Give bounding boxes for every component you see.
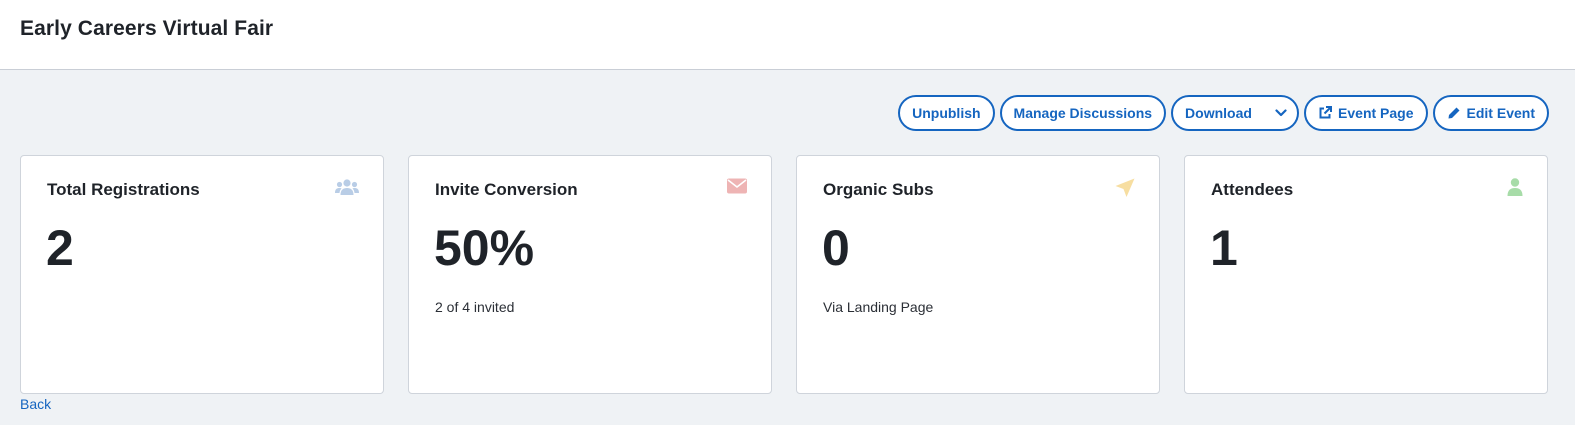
- user-icon: [1507, 178, 1523, 196]
- card-value: 1: [1210, 220, 1238, 276]
- page-title: Early Careers Virtual Fair: [20, 17, 274, 40]
- unpublish-label: Unpublish: [912, 105, 981, 121]
- card-value: 50%: [434, 220, 535, 276]
- download-label: Download: [1185, 105, 1252, 121]
- card-title: Attendees: [1211, 180, 1294, 199]
- back-link[interactable]: Back: [20, 396, 51, 412]
- invite-conversion-card: Invite Conversion 50% 2 of 4 invited: [408, 155, 772, 394]
- event-page-button[interactable]: Event Page: [1304, 95, 1428, 131]
- card-title: Organic Subs: [823, 180, 934, 199]
- pencil-icon: [1447, 106, 1461, 120]
- edit-event-button[interactable]: Edit Event: [1432, 95, 1549, 131]
- manage-discussions-label: Manage Discussions: [1013, 105, 1153, 121]
- paper-plane-icon: [1115, 178, 1135, 198]
- download-dropdown-button[interactable]: Download: [1171, 95, 1300, 131]
- card-subtext: 2 of 4 invited: [435, 299, 515, 315]
- envelope-icon: [727, 178, 747, 194]
- event-toolbar: Unpublish Manage Discussions Download Ev…: [898, 95, 1549, 131]
- organic-subs-card: Organic Subs 0 Via Landing Page: [796, 155, 1160, 394]
- external-link-icon: [1318, 106, 1333, 120]
- chevron-down-icon: [1275, 109, 1287, 117]
- card-value: 0: [822, 220, 850, 276]
- header-bar: Early Careers Virtual Fair: [0, 0, 1575, 70]
- attendees-card: Attendees 1: [1184, 155, 1548, 394]
- card-value: 2: [46, 220, 74, 276]
- unpublish-button[interactable]: Unpublish: [898, 95, 995, 131]
- card-title: Invite Conversion: [435, 180, 578, 199]
- card-subtext: Via Landing Page: [823, 299, 934, 315]
- users-icon: [335, 178, 359, 196]
- card-title: Total Registrations: [47, 180, 200, 199]
- event-page-label: Event Page: [1338, 105, 1414, 121]
- manage-discussions-button[interactable]: Manage Discussions: [999, 95, 1167, 131]
- total-registrations-card: Total Registrations 2: [20, 155, 384, 394]
- edit-event-label: Edit Event: [1466, 105, 1535, 121]
